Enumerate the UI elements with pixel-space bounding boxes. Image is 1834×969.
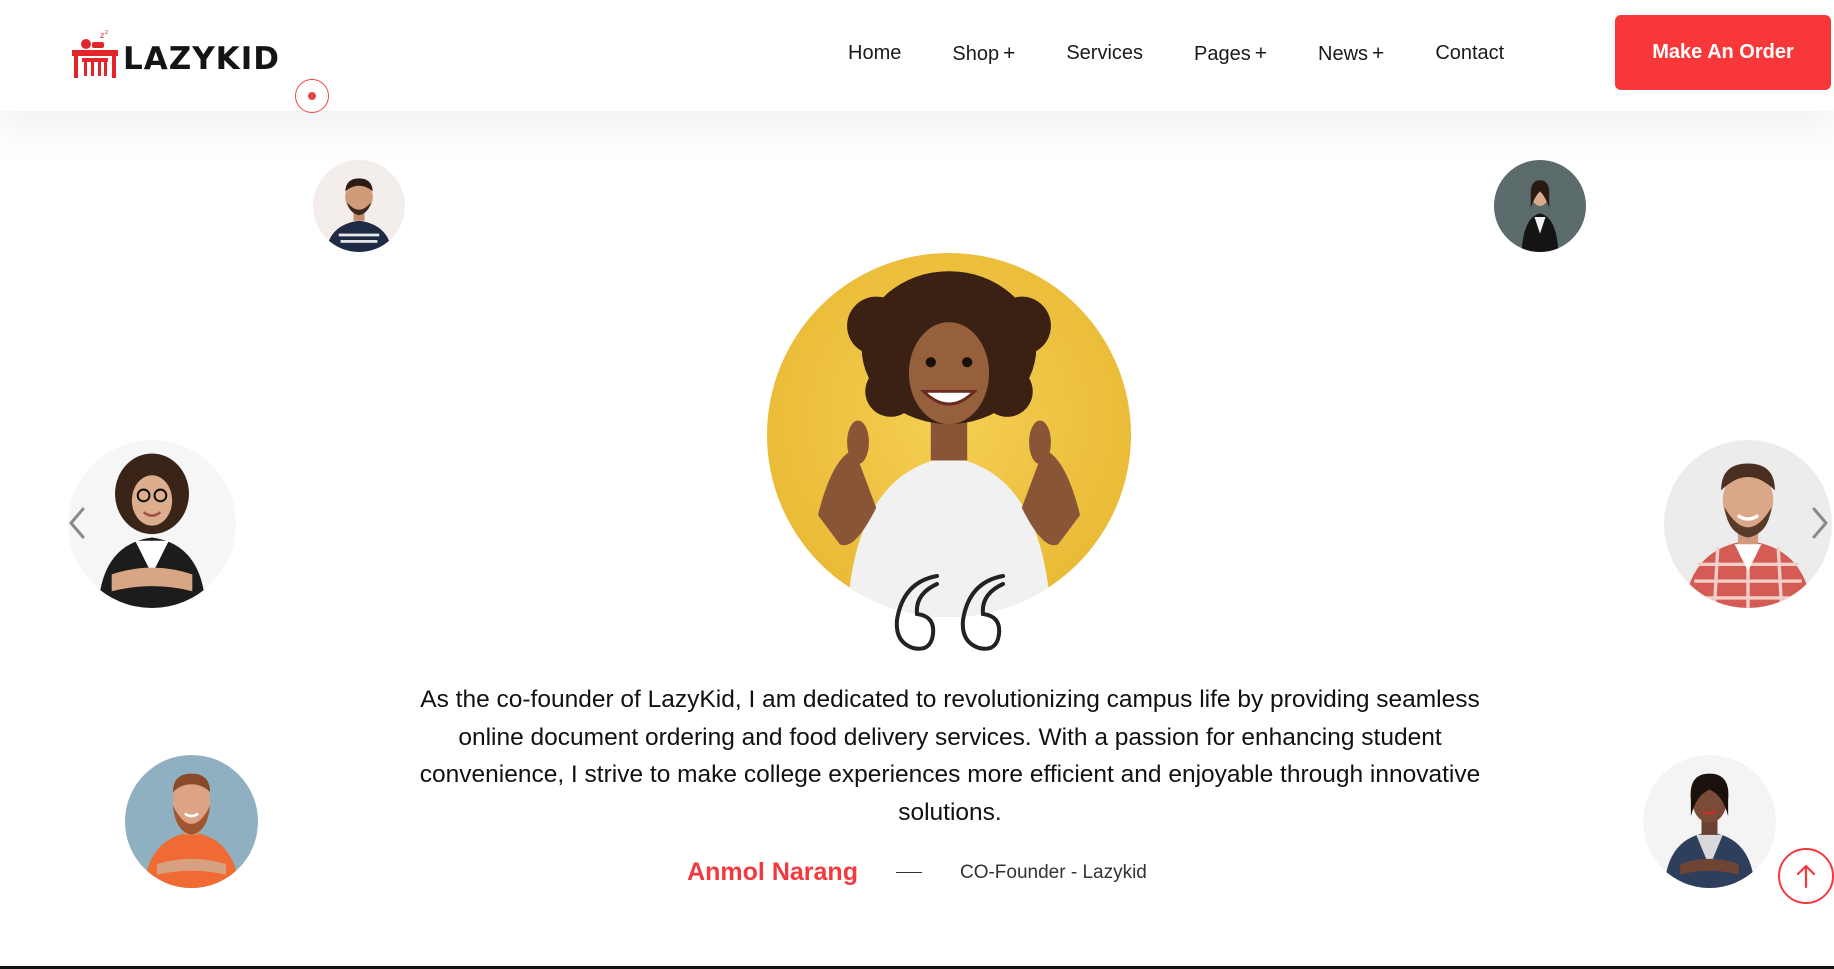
main-nav: Home Shop + Services Pages + News + Contact — [848, 42, 1555, 66]
author-role: CO-Founder - Lazykid — [959, 861, 1147, 883]
person-photo-icon — [1494, 160, 1586, 252]
author-separator — [895, 872, 922, 873]
person-photo-icon — [313, 160, 405, 252]
site-header: z z LAZYKID Home Shop + Services Pages + N… — [0, 0, 1834, 111]
nav-item-news[interactable]: News + — [1318, 42, 1384, 66]
author-name: Anmol Narang — [687, 858, 858, 886]
next-slide-button[interactable] — [1804, 503, 1834, 543]
logo-text: LAZYKID — [123, 41, 280, 77]
arrow-up-icon — [1796, 864, 1816, 889]
logo[interactable]: z z LAZYKID — [70, 30, 280, 82]
testimonial-author: Anmol Narang CO-Founder - Lazykid — [0, 858, 1834, 887]
scroll-to-top-button[interactable] — [1778, 848, 1834, 904]
nav-item-home[interactable]: Home — [848, 42, 901, 66]
avatar-man-navy-shirt[interactable] — [313, 160, 405, 252]
nav-item-contact[interactable]: Contact — [1435, 42, 1504, 66]
nav-label: News — [1318, 43, 1369, 65]
person-photo-icon — [767, 253, 1131, 617]
logo-desk-icon: z z — [72, 30, 118, 78]
avatar-woman-blazer[interactable] — [1494, 160, 1586, 252]
nav-label: Home — [848, 42, 902, 64]
person-photo-icon — [68, 440, 236, 608]
avatar-woman-glasses[interactable] — [68, 440, 236, 608]
prev-slide-button[interactable] — [63, 503, 93, 543]
nav-item-services[interactable]: Services — [1066, 42, 1143, 66]
nav-label: Services — [1066, 42, 1144, 64]
svg-text:z: z — [105, 30, 108, 36]
nav-item-pages[interactable]: Pages + — [1194, 42, 1267, 66]
make-order-button[interactable]: Make An Order — [1615, 15, 1831, 90]
svg-text:z: z — [100, 31, 104, 40]
chevron-right-icon — [1812, 507, 1828, 539]
nav-item-shop[interactable]: Shop + — [952, 42, 1015, 66]
nav-label: Shop — [952, 43, 1000, 65]
chevron-left-icon — [69, 507, 85, 539]
testimonial-main-photo — [767, 253, 1131, 617]
nav-label: Contact — [1435, 42, 1505, 64]
plus-icon: + — [1372, 42, 1385, 65]
nav-label: Pages — [1194, 43, 1251, 65]
testimonial-quote: As the co-founder of LazyKid, I am dedic… — [419, 686, 1481, 826]
plus-icon: + — [1254, 42, 1268, 65]
quote-icon — [894, 574, 1005, 651]
cursor-dot-icon — [295, 79, 329, 113]
plus-icon: + — [1003, 42, 1016, 65]
